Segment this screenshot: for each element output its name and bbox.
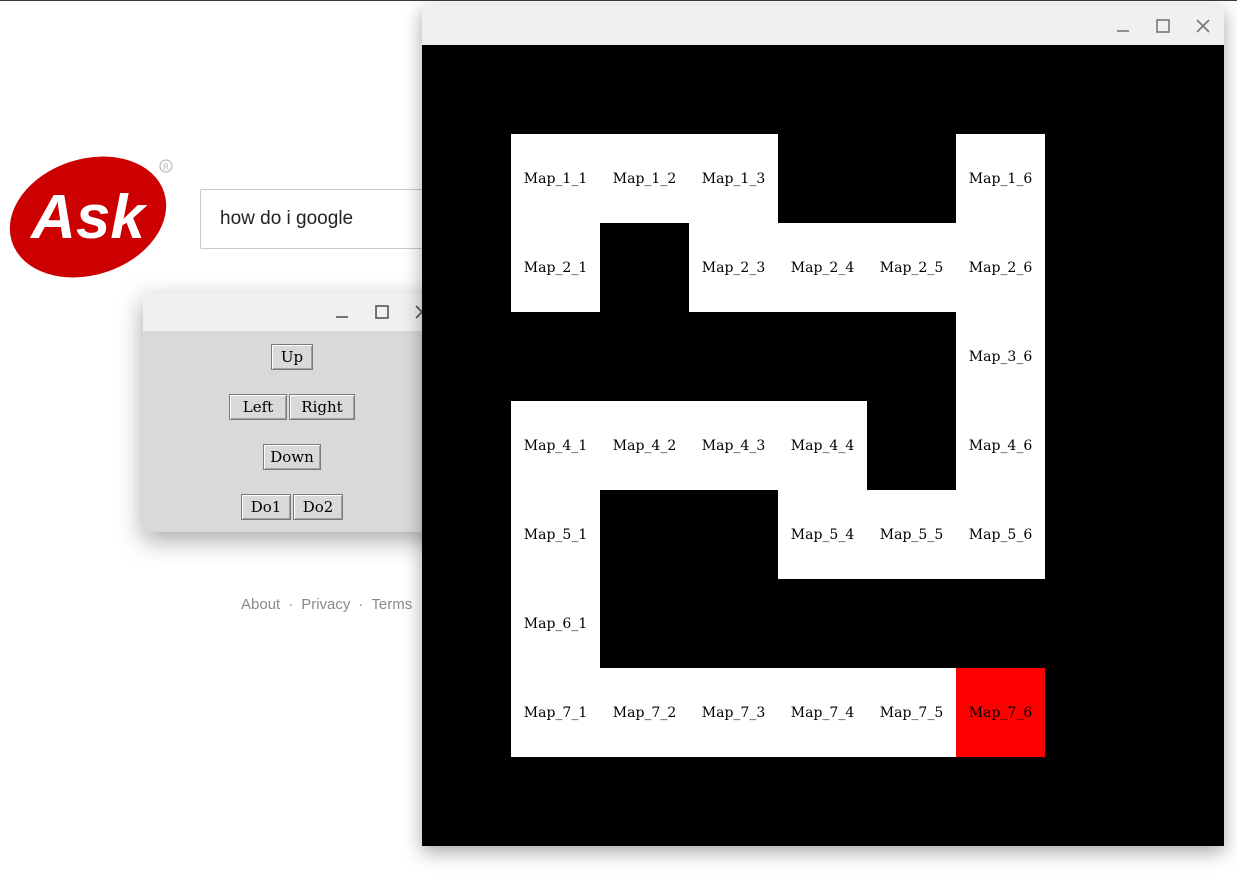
map-cell-2-4: Map_2_4 bbox=[778, 223, 867, 312]
svg-text:R: R bbox=[163, 163, 169, 173]
do2-button[interactable]: Do2 bbox=[293, 494, 343, 520]
map-cell-4-3: Map_4_3 bbox=[689, 401, 778, 490]
map-cell-4-2: Map_4_2 bbox=[600, 401, 689, 490]
down-button[interactable]: Down bbox=[263, 444, 321, 470]
map-cell-7-6: Map_7_6 bbox=[956, 668, 1045, 757]
maximize-icon[interactable] bbox=[371, 301, 393, 323]
map-cell-7-1: Map_7_1 bbox=[511, 668, 600, 757]
footer-separator: · bbox=[358, 596, 364, 613]
search-input[interactable] bbox=[220, 204, 440, 234]
map-cell-1-6: Map_1_6 bbox=[956, 134, 1045, 223]
map-cell-2-1: Map_2_1 bbox=[511, 223, 600, 312]
map-cell-2-6: Map_2_6 bbox=[956, 223, 1045, 312]
footer-links: About · Privacy · Terms bbox=[241, 596, 412, 613]
ask-logo-text: Ask bbox=[29, 183, 148, 252]
screen-top-border bbox=[0, 0, 1237, 1]
search-box[interactable] bbox=[200, 189, 460, 249]
map-cell-5-5: Map_5_5 bbox=[867, 490, 956, 579]
map-window-titlebar[interactable] bbox=[422, 5, 1224, 45]
map-cell-7-2: Map_7_2 bbox=[600, 668, 689, 757]
footer-separator: · bbox=[288, 596, 294, 613]
map-cell-7-5: Map_7_5 bbox=[867, 668, 956, 757]
up-button[interactable]: Up bbox=[271, 344, 313, 370]
map-cell-6-1: Map_6_1 bbox=[511, 579, 600, 668]
map-cell-5-4: Map_5_4 bbox=[778, 490, 867, 579]
map-cell-2-3: Map_2_3 bbox=[689, 223, 778, 312]
map-cell-1-1: Map_1_1 bbox=[511, 134, 600, 223]
map-cell-1-2: Map_1_2 bbox=[600, 134, 689, 223]
controls-window-titlebar[interactable] bbox=[143, 293, 442, 331]
map-cell-7-3: Map_7_3 bbox=[689, 668, 778, 757]
map-cell-3-6: Map_3_6 bbox=[956, 312, 1045, 401]
footer-link-terms[interactable]: Terms bbox=[371, 596, 412, 613]
maximize-icon[interactable] bbox=[1152, 15, 1174, 37]
controls-window: Up Left Right Down Do1 Do2 bbox=[143, 293, 442, 532]
left-button[interactable]: Left bbox=[229, 394, 287, 420]
map-cell-2-5: Map_2_5 bbox=[867, 223, 956, 312]
map-cell-5-6: Map_5_6 bbox=[956, 490, 1045, 579]
map-cell-7-4: Map_7_4 bbox=[778, 668, 867, 757]
right-button[interactable]: Right bbox=[289, 394, 355, 420]
minimize-icon[interactable] bbox=[1112, 15, 1134, 37]
footer-link-about[interactable]: About bbox=[241, 596, 280, 613]
map-cell-4-6: Map_4_6 bbox=[956, 401, 1045, 490]
footer-link-privacy[interactable]: Privacy bbox=[301, 596, 350, 613]
map-cell-1-3: Map_1_3 bbox=[689, 134, 778, 223]
minimize-icon[interactable] bbox=[331, 301, 353, 323]
close-icon[interactable] bbox=[1192, 15, 1214, 37]
map-cell-4-1: Map_4_1 bbox=[511, 401, 600, 490]
do1-button[interactable]: Do1 bbox=[241, 494, 291, 520]
map-canvas[interactable]: Map_1_1 Map_1_2 Map_1_3 Map_1_6 Map_2_1 Map_2… bbox=[422, 45, 1224, 846]
map-window: Map_1_1 Map_1_2 Map_1_3 Map_1_6 Map_2_1 Map_2… bbox=[422, 5, 1224, 846]
map-cell-5-1: Map_5_1 bbox=[511, 490, 600, 579]
ask-logo: Ask R bbox=[9, 156, 173, 278]
map-cell-4-4: Map_4_4 bbox=[778, 401, 867, 490]
